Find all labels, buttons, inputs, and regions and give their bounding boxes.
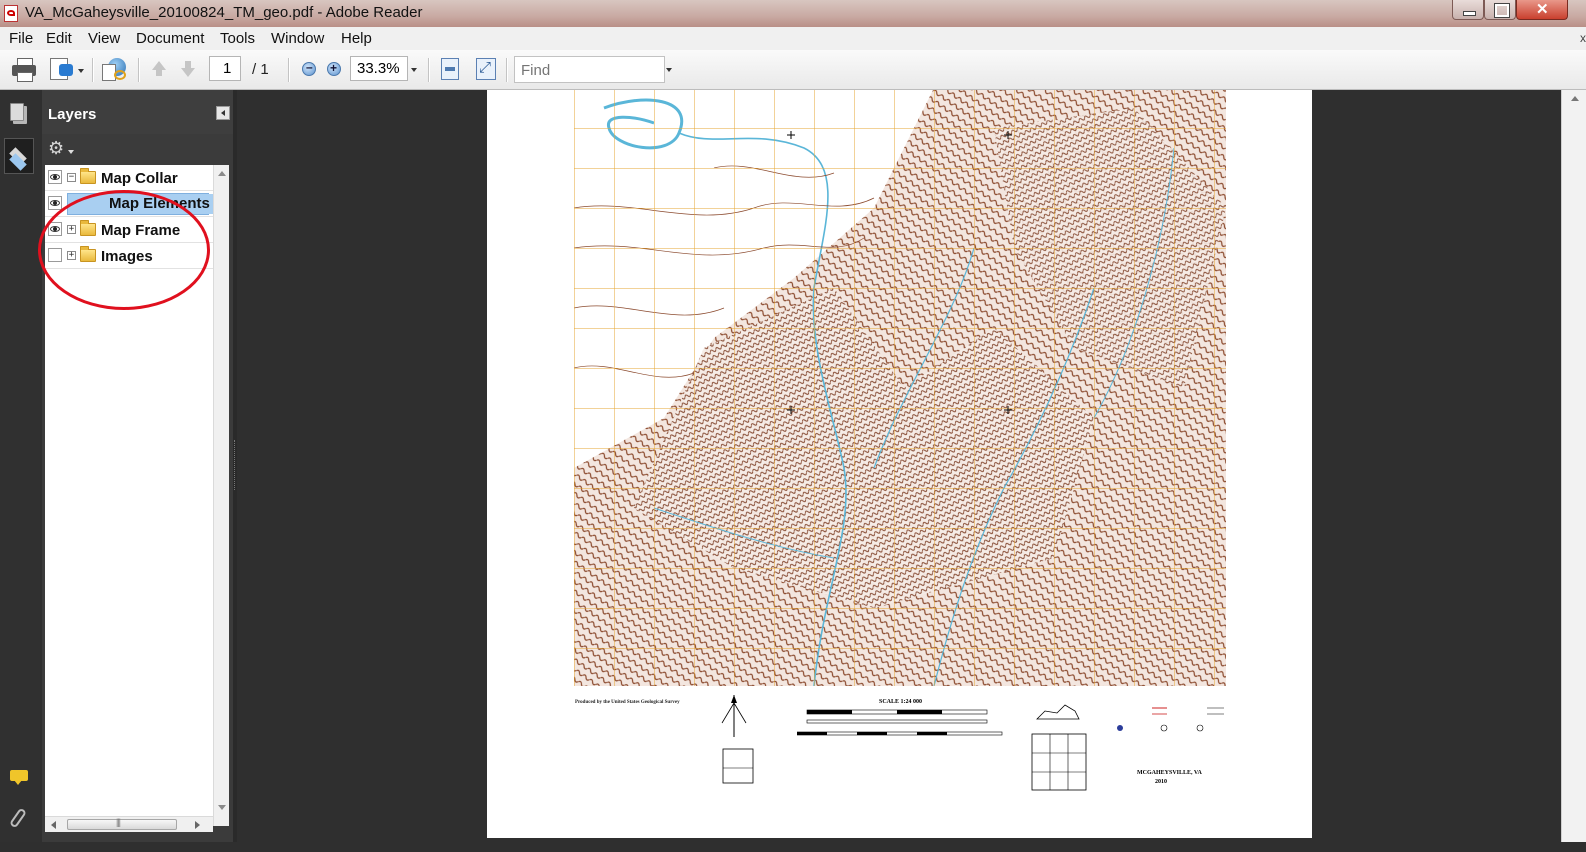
layer-row-images[interactable]: + Images [45, 243, 213, 269]
folder-icon [80, 246, 96, 262]
map-scale-title: SCALE 1:24 000 [879, 699, 923, 705]
toolbar: 1 / 1 33.3% [0, 50, 1586, 90]
export-dropdown-icon[interactable] [78, 69, 84, 73]
fit-window-icon[interactable] [476, 58, 496, 80]
menu-tools[interactable]: Tools [220, 30, 255, 47]
pages-icon[interactable] [4, 98, 34, 134]
toolbar-separator [92, 58, 94, 82]
toolbar-separator [288, 58, 290, 82]
toolbar-separator [428, 58, 430, 82]
fit-page-icon[interactable] [441, 58, 459, 80]
pdf-page: Produced by the United States Geological… [487, 90, 1312, 838]
layers-horizontal-scrollbar[interactable] [45, 816, 213, 832]
producer-text: Produced by the United States Geological… [575, 700, 680, 705]
title-bar: VA_McGaheysville_20100824_TM_geo.pdf - A… [0, 0, 1586, 27]
visibility-eye-icon[interactable] [48, 170, 62, 184]
quadrangle-name: MCGAHEYSVILLE, VA [1137, 770, 1202, 776]
layer-label[interactable]: Images [101, 248, 153, 265]
menu-help[interactable]: Help [341, 30, 372, 47]
document-vertical-scrollbar[interactable] [1561, 90, 1586, 842]
scroll-right-icon[interactable] [195, 821, 200, 829]
menu-close-icon[interactable]: x [1580, 31, 1586, 45]
scroll-thumb[interactable] [67, 817, 177, 830]
topographic-map [574, 90, 1226, 686]
minimize-button[interactable] [1452, 0, 1484, 20]
zoom-level-input[interactable]: 33.3% [350, 56, 408, 81]
quadrangle-year: 2010 [1155, 779, 1167, 785]
scale-bar [797, 709, 1003, 736]
folder-icon [80, 168, 96, 184]
layer-row-map-frame[interactable]: + Map Frame [45, 217, 213, 243]
collapse-panel-icon[interactable] [216, 106, 230, 120]
toolbar-separator [138, 58, 140, 82]
attachment-icon[interactable] [4, 802, 34, 838]
visibility-checkbox[interactable] [48, 248, 62, 262]
find-dropdown-icon[interactable] [666, 68, 672, 72]
scroll-up-icon[interactable] [218, 171, 226, 176]
navigation-pane-strip [0, 90, 40, 852]
scroll-up-icon[interactable] [1571, 96, 1579, 101]
north-arrow-icon [721, 695, 747, 737]
menu-view[interactable]: View [88, 30, 120, 47]
comments-icon[interactable] [4, 760, 34, 796]
menu-window[interactable]: Window [271, 30, 324, 47]
expand-toggle-icon[interactable]: + [67, 225, 76, 234]
page-total: / 1 [252, 61, 269, 78]
collaborate-icon[interactable] [102, 56, 128, 82]
layer-label[interactable]: Map Frame [101, 222, 180, 239]
close-button[interactable] [1516, 0, 1568, 20]
visibility-eye-icon[interactable] [48, 196, 62, 210]
zoom-in-icon[interactable] [327, 61, 341, 76]
collapse-toggle-icon[interactable]: − [67, 173, 76, 182]
pdf-app-icon [4, 5, 18, 22]
expand-toggle-icon[interactable]: + [67, 251, 76, 260]
window-title: VA_McGaheysville_20100824_TM_geo.pdf - A… [25, 4, 423, 21]
layer-row-map-collar[interactable]: − Map Collar [45, 165, 213, 191]
visibility-eye-icon[interactable] [48, 222, 62, 236]
next-page-icon[interactable] [178, 59, 198, 79]
scroll-down-icon[interactable] [218, 805, 226, 810]
toolbar-separator [506, 58, 508, 82]
zoom-dropdown-icon[interactable] [411, 68, 417, 72]
producer-note: Produced by the United States Geological… [575, 700, 685, 706]
adjoining-quadrangles-grid [1031, 733, 1087, 791]
layers-title: Layers [48, 106, 97, 123]
maximize-button[interactable] [1484, 0, 1516, 20]
layers-tree: − Map Collar Map Elements + Map Frame + … [45, 165, 214, 826]
find-input[interactable] [521, 62, 651, 79]
export-icon[interactable] [50, 58, 76, 80]
declination-box [722, 748, 754, 784]
folder-icon [80, 220, 96, 236]
layer-row-map-elements[interactable]: Map Elements [45, 191, 214, 217]
scroll-left-icon[interactable] [51, 821, 56, 829]
layer-label[interactable]: Map Elements [105, 194, 214, 214]
layer-label[interactable]: Map Collar [101, 170, 178, 187]
status-strip [0, 842, 1586, 852]
road-classification-legend [1117, 707, 1224, 732]
print-icon[interactable] [12, 58, 36, 82]
layers-panel: Layers − Map Collar Map Elements + Map F… [42, 90, 233, 842]
previous-page-icon[interactable] [149, 59, 169, 79]
menu-bar: File Edit View Document Tools Window Hel… [0, 27, 1586, 51]
document-area: Produced by the United States Geological… [237, 90, 1561, 842]
menu-document[interactable]: Document [136, 30, 204, 47]
layers-icon[interactable] [4, 138, 34, 174]
menu-file[interactable]: File [9, 30, 33, 47]
zoom-out-icon[interactable] [302, 60, 316, 76]
layers-vertical-scrollbar[interactable] [213, 165, 229, 826]
state-locator-icon [1036, 704, 1080, 720]
layers-header: Layers [42, 90, 233, 134]
menu-edit[interactable]: Edit [46, 30, 72, 47]
find-box[interactable] [514, 56, 665, 83]
options-gear-icon[interactable] [48, 138, 76, 160]
page-number-input[interactable]: 1 [209, 56, 241, 81]
